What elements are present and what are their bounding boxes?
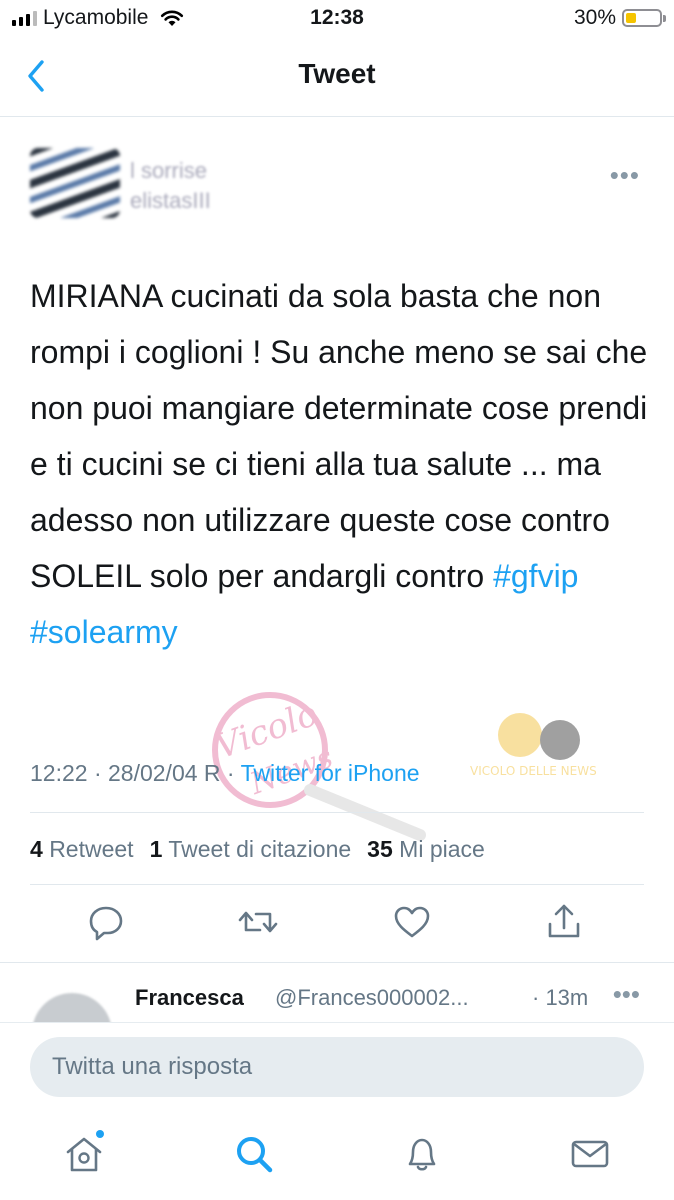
retweet-icon[interactable] (236, 900, 280, 944)
quotes-stat[interactable]: 1 Tweet di citazione (150, 836, 352, 863)
share-icon[interactable] (542, 900, 586, 944)
tweet-text-main: MIRIANA cucinati da sola basta che non r… (30, 278, 648, 594)
tweet-source[interactable]: Twitter for iPhone (241, 760, 420, 786)
tweet-actions (30, 900, 644, 950)
battery-percent: 30% (573, 6, 616, 29)
notifications-icon[interactable] (400, 1132, 444, 1176)
divider (30, 812, 644, 813)
likes-label: Mi piace (399, 836, 485, 862)
svg-text:Vicolo: Vicolo (210, 694, 323, 768)
status-time: 12:38 (310, 6, 364, 29)
reply-input[interactable]: Twitta una risposta (30, 1037, 644, 1097)
like-icon[interactable] (390, 900, 434, 944)
status-bar: Lycamobile 12:38 30% (0, 0, 674, 40)
battery-group: 30% (573, 6, 666, 30)
battery-icon (622, 9, 666, 27)
tweet-timestamp: 12:22 · 28/02/04 R (30, 760, 221, 786)
home-icon[interactable] (62, 1132, 106, 1176)
svg-text:VICOLO DELLE NEWS: VICOLO DELLE NEWS (470, 764, 597, 778)
hashtag-solearmy[interactable]: #solearmy (30, 614, 178, 650)
nav-bar: Tweet (0, 40, 674, 117)
tweet-meta: 12:22 · 28/02/04 R · Twitter for iPhone (30, 760, 420, 787)
divider (30, 884, 644, 885)
likes-stat[interactable]: 35 Mi piace (367, 836, 485, 863)
reply-list-item[interactable]: Francesca @Frances000002... · 13m ••• (0, 962, 674, 1033)
more-options-icon[interactable]: ••• (613, 979, 640, 1010)
quotes-count: 1 (149, 836, 163, 862)
home-notification-dot (96, 1130, 104, 1138)
messages-icon[interactable] (568, 1132, 612, 1176)
page-title: Tweet (298, 58, 376, 89)
reply-author-name: Francesca (135, 985, 244, 1010)
tweet-text: MIRIANA cucinati da sola basta che non r… (30, 268, 660, 660)
reply-input-placeholder: Twitta una risposta (52, 1053, 253, 1080)
more-options-icon[interactable]: ••• (610, 160, 640, 191)
reply-author-handle: @Frances000002... (275, 985, 469, 1010)
author-name: l sorrise (130, 158, 208, 183)
reply-icon[interactable] (84, 900, 128, 944)
retweets-stat[interactable]: 4 Retweet (30, 836, 134, 863)
tweet-stats: 4 Retweet 1 Tweet di citazione 35 Mi pia… (30, 836, 485, 863)
retweets-count: 4 (30, 836, 43, 862)
reply-composer: Twitta una risposta (0, 1022, 674, 1115)
search-icon[interactable] (232, 1132, 276, 1176)
retweets-label: Retweet (49, 836, 134, 862)
author-handle: elistasIII (130, 188, 211, 213)
author-avatar[interactable] (30, 148, 120, 218)
reply-time: · 13m (532, 985, 589, 1010)
author-info[interactable]: l sorrise elistasIII (130, 156, 300, 216)
tab-bar (0, 1114, 674, 1200)
hashtag-gfvip[interactable]: #gfvip (493, 558, 578, 594)
likes-count: 35 (367, 836, 393, 862)
battery-fill (626, 13, 636, 23)
quotes-label: Tweet di citazione (168, 836, 352, 862)
meta-separator: · (226, 760, 241, 786)
